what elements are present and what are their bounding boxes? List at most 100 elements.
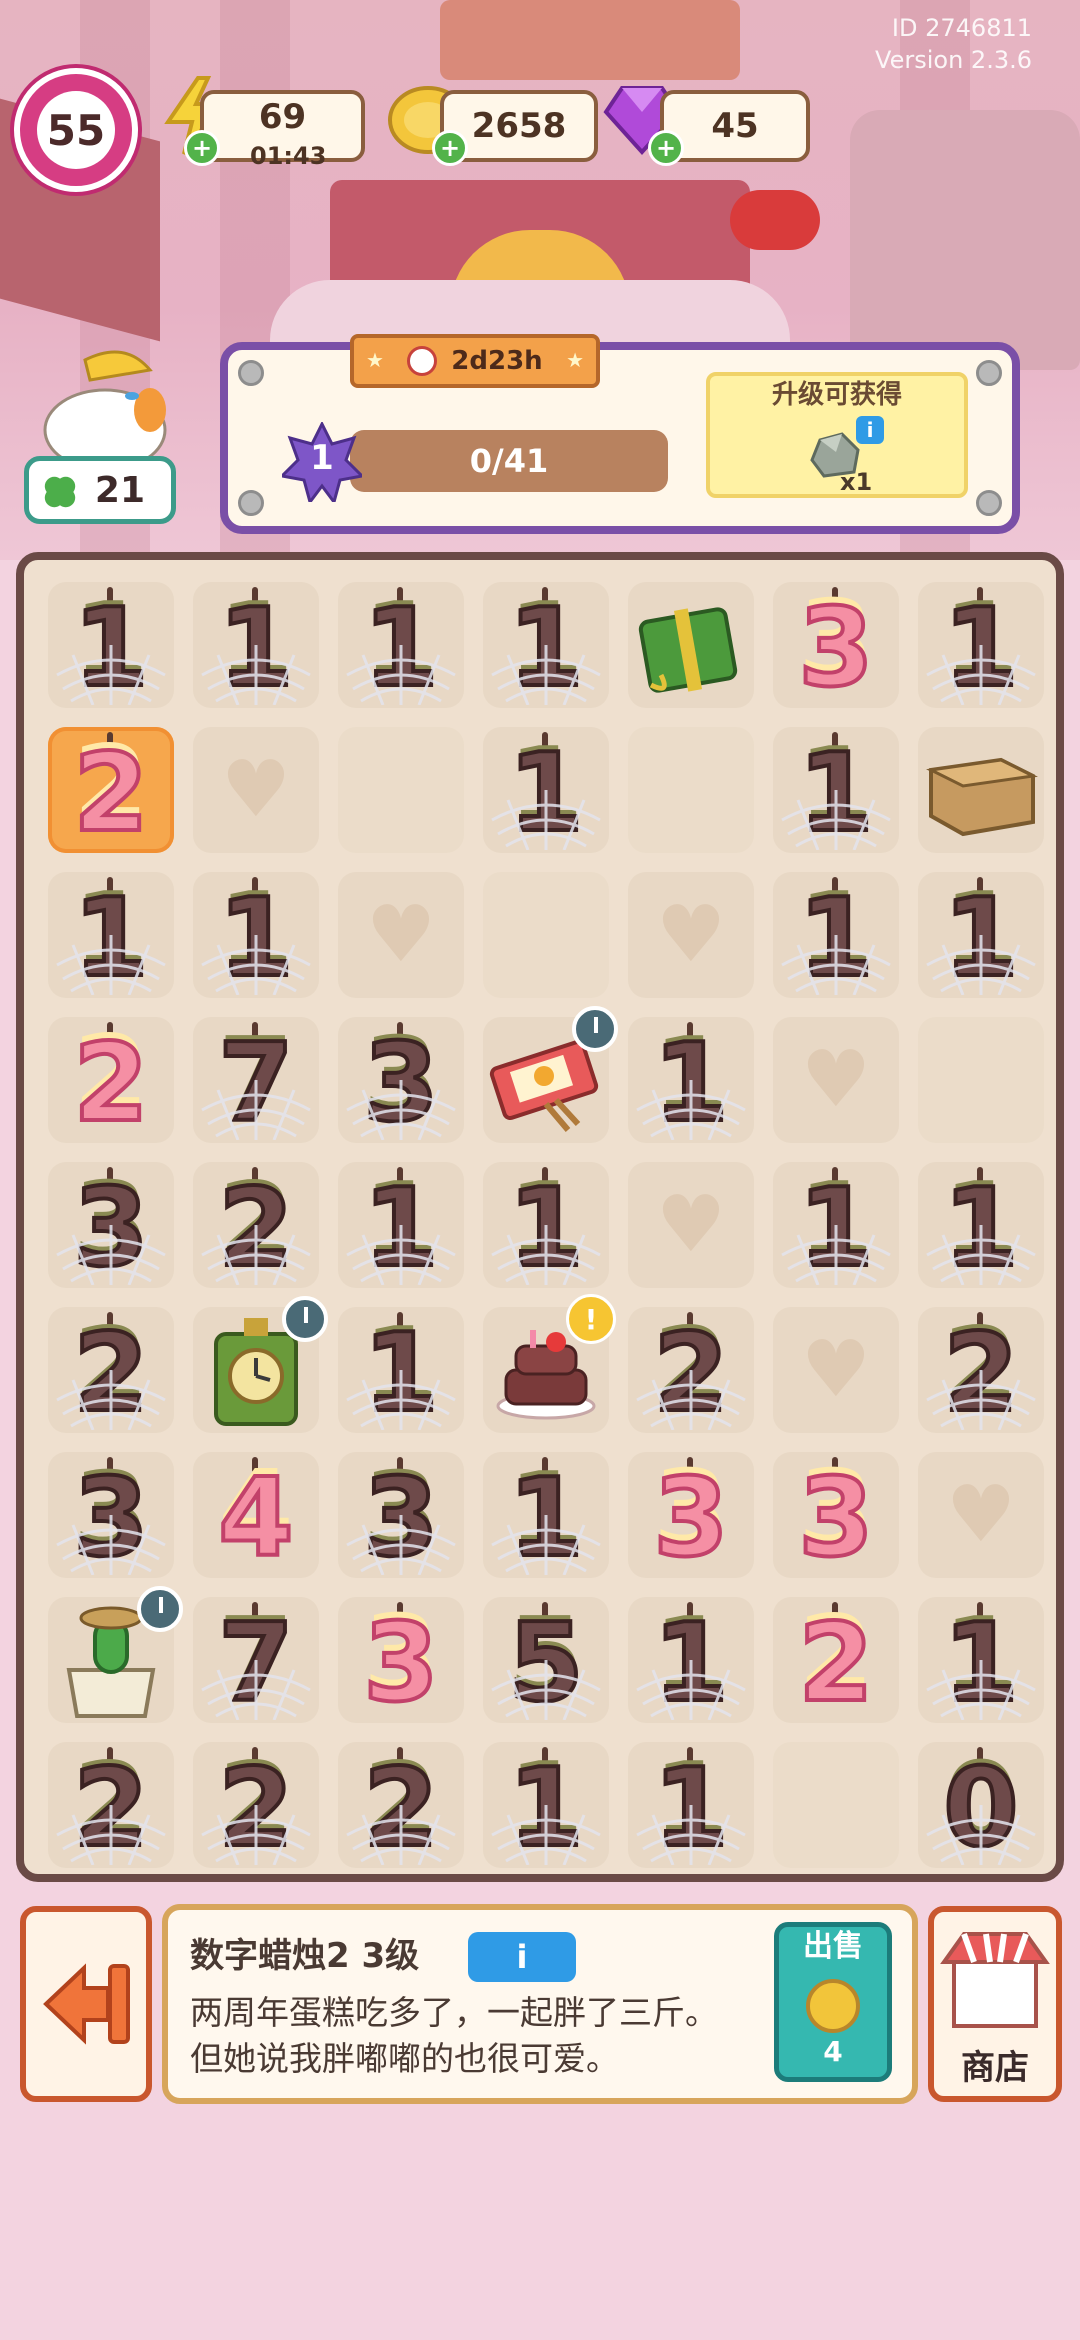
empty-heart-slot[interactable] [773, 1307, 899, 1433]
cobweb-candle-1[interactable]: 1 [483, 1452, 609, 1579]
cobweb-candle-1[interactable]: 1 [48, 582, 174, 709]
exit-button[interactable] [20, 1906, 152, 2102]
empty-heart-slot[interactable] [628, 1162, 754, 1288]
number-candle-3[interactable]: 3 [773, 1452, 899, 1579]
clover-counter[interactable]: 21 [24, 456, 176, 524]
cobweb-candle-1[interactable]: 1 [918, 582, 1044, 709]
cactus-pot[interactable] [48, 1586, 183, 1723]
cobweb-candle-1[interactable]: 1 [628, 1742, 754, 1869]
player-level-badge[interactable]: 55 [14, 68, 138, 192]
empty-slot[interactable] [338, 727, 464, 853]
cobweb-candle-1[interactable]: 1 [338, 1162, 464, 1289]
cobweb-candle-2[interactable]: 2 [338, 1742, 464, 1869]
cobweb-candle-1[interactable]: 1 [918, 872, 1044, 999]
cobweb-candle-1[interactable]: 1 [193, 872, 319, 999]
empty-slot[interactable] [773, 1742, 899, 1868]
empty-heart-slot[interactable] [773, 1017, 899, 1143]
cobweb-candle-1[interactable]: 1 [918, 1597, 1044, 1724]
cobweb-candle-1[interactable]: 1 [773, 727, 899, 854]
sell-button[interactable]: 出售 4 [774, 1922, 892, 2082]
cobweb-candle-1[interactable]: 1 [628, 1597, 754, 1724]
number-candle-4[interactable]: 4 [193, 1452, 319, 1579]
cobweb-candle-2[interactable]: 2 [193, 1742, 319, 1869]
coin-value: 2658 [471, 106, 567, 146]
matchbox[interactable] [483, 1006, 618, 1143]
event-timer-text: 2d23h [451, 346, 543, 376]
cobweb-candle-2[interactable]: 2 [628, 1307, 754, 1434]
number-candle-2[interactable]: 2 [48, 1017, 174, 1144]
number-candle-2[interactable]: 2 [773, 1597, 899, 1724]
cobweb-candle-1[interactable]: 1 [628, 1017, 754, 1144]
reward-info-button[interactable]: i [856, 416, 884, 444]
reward-quantity: x1 [840, 468, 873, 496]
cobweb-candle-1[interactable]: 1 [483, 1162, 609, 1289]
coin-icon [806, 1979, 860, 2033]
cobweb-candle-3[interactable]: 3 [48, 1162, 174, 1289]
add-coins-button[interactable]: + [432, 130, 468, 166]
cobweb-candle-1[interactable]: 1 [483, 727, 609, 854]
cobweb-candle-1[interactable]: 1 [48, 872, 174, 999]
step-number: 1 [310, 438, 334, 478]
cobweb-candle-1[interactable]: 1 [338, 582, 464, 709]
number-candle-3[interactable]: 3 [338, 1597, 464, 1724]
cobweb-candle-7[interactable]: 7 [193, 1017, 319, 1144]
timer-badge-icon [137, 1586, 183, 1632]
cobweb-candle-1[interactable]: 1 [338, 1307, 464, 1434]
shop-icon [940, 1932, 1050, 2028]
number-candle-3[interactable]: 3 [773, 582, 899, 709]
item-description: 两周年蛋糕吃多了，一起胖了三斤。但她说我胖嘟嘟的也很可爱。 [190, 1993, 718, 2078]
item-info-button[interactable]: i [468, 1932, 576, 1982]
cobweb-candle-2[interactable]: 2 [48, 1742, 174, 1869]
empty-heart-slot[interactable] [628, 872, 754, 998]
cobweb-candle-3[interactable]: 3 [338, 1017, 464, 1144]
level-reward-box[interactable]: 升级可获得 i x1 [706, 372, 968, 498]
birthday-cake[interactable]: ! [483, 1294, 616, 1433]
cobweb-candle-5[interactable]: 5 [483, 1597, 609, 1724]
cardboard-box-icon [926, 757, 1038, 837]
empty-slot[interactable] [483, 872, 609, 998]
progress-bar: 0/41 [350, 430, 668, 492]
sell-label: 出售 [803, 1929, 863, 1964]
empty-heart-slot[interactable] [193, 727, 319, 853]
empty-slot[interactable] [918, 1017, 1044, 1143]
cobweb-candle-3[interactable]: 3 [338, 1452, 464, 1579]
gift-box[interactable] [628, 582, 754, 708]
number-candle-2[interactable]: 2 [48, 727, 174, 854]
timer-badge-icon [572, 1006, 618, 1052]
empty-slot[interactable] [628, 727, 754, 853]
green-clock[interactable] [193, 1296, 328, 1433]
shop-button[interactable]: 商店 [928, 1906, 1062, 2102]
number-candle-3[interactable]: 3 [628, 1452, 754, 1579]
clock-icon [407, 346, 438, 376]
cobweb-candle-1[interactable]: 1 [483, 1742, 609, 1869]
cobweb-candle-2[interactable]: 2 [918, 1307, 1044, 1434]
gift-icon [638, 607, 738, 693]
cobweb-candle-7[interactable]: 7 [193, 1597, 319, 1724]
cardboard-box[interactable] [918, 727, 1044, 853]
step-star-icon: 1 [278, 420, 366, 506]
duck-mascot[interactable] [30, 340, 180, 472]
cobweb-candle-1[interactable]: 1 [773, 1162, 899, 1289]
add-gems-button[interactable]: + [648, 130, 684, 166]
build-info: ID 2746811 Version 2.3.6 [875, 14, 1032, 74]
cobweb-candle-3[interactable]: 3 [48, 1452, 174, 1579]
add-energy-button[interactable]: + [184, 130, 220, 166]
cobweb-candle-2[interactable]: 2 [48, 1307, 174, 1434]
cobweb-candle-1[interactable]: 1 [918, 1162, 1044, 1289]
item-name: 数字蜡烛2 3级 [190, 1936, 420, 1976]
alert-badge-icon: ! [566, 1294, 616, 1344]
cobweb-candle-2[interactable]: 2 [193, 1162, 319, 1289]
gem-value: 45 [711, 106, 759, 146]
empty-heart-slot[interactable] [918, 1452, 1044, 1578]
cobweb-candle-1[interactable]: 1 [483, 582, 609, 709]
reward-title: 升级可获得 [771, 380, 902, 410]
sell-price: 4 [823, 2035, 843, 2068]
cobweb-candle-1[interactable]: 1 [773, 872, 899, 999]
cobweb-candle-0[interactable]: 0 [918, 1742, 1044, 1869]
cobweb-candle-1[interactable]: 1 [193, 582, 319, 709]
timer-badge-icon [282, 1296, 328, 1342]
shop-label: 商店 [961, 2048, 1029, 2088]
progress-text: 0/41 [469, 442, 549, 480]
empty-heart-slot[interactable] [338, 872, 464, 998]
energy-value: 69 [258, 97, 307, 137]
